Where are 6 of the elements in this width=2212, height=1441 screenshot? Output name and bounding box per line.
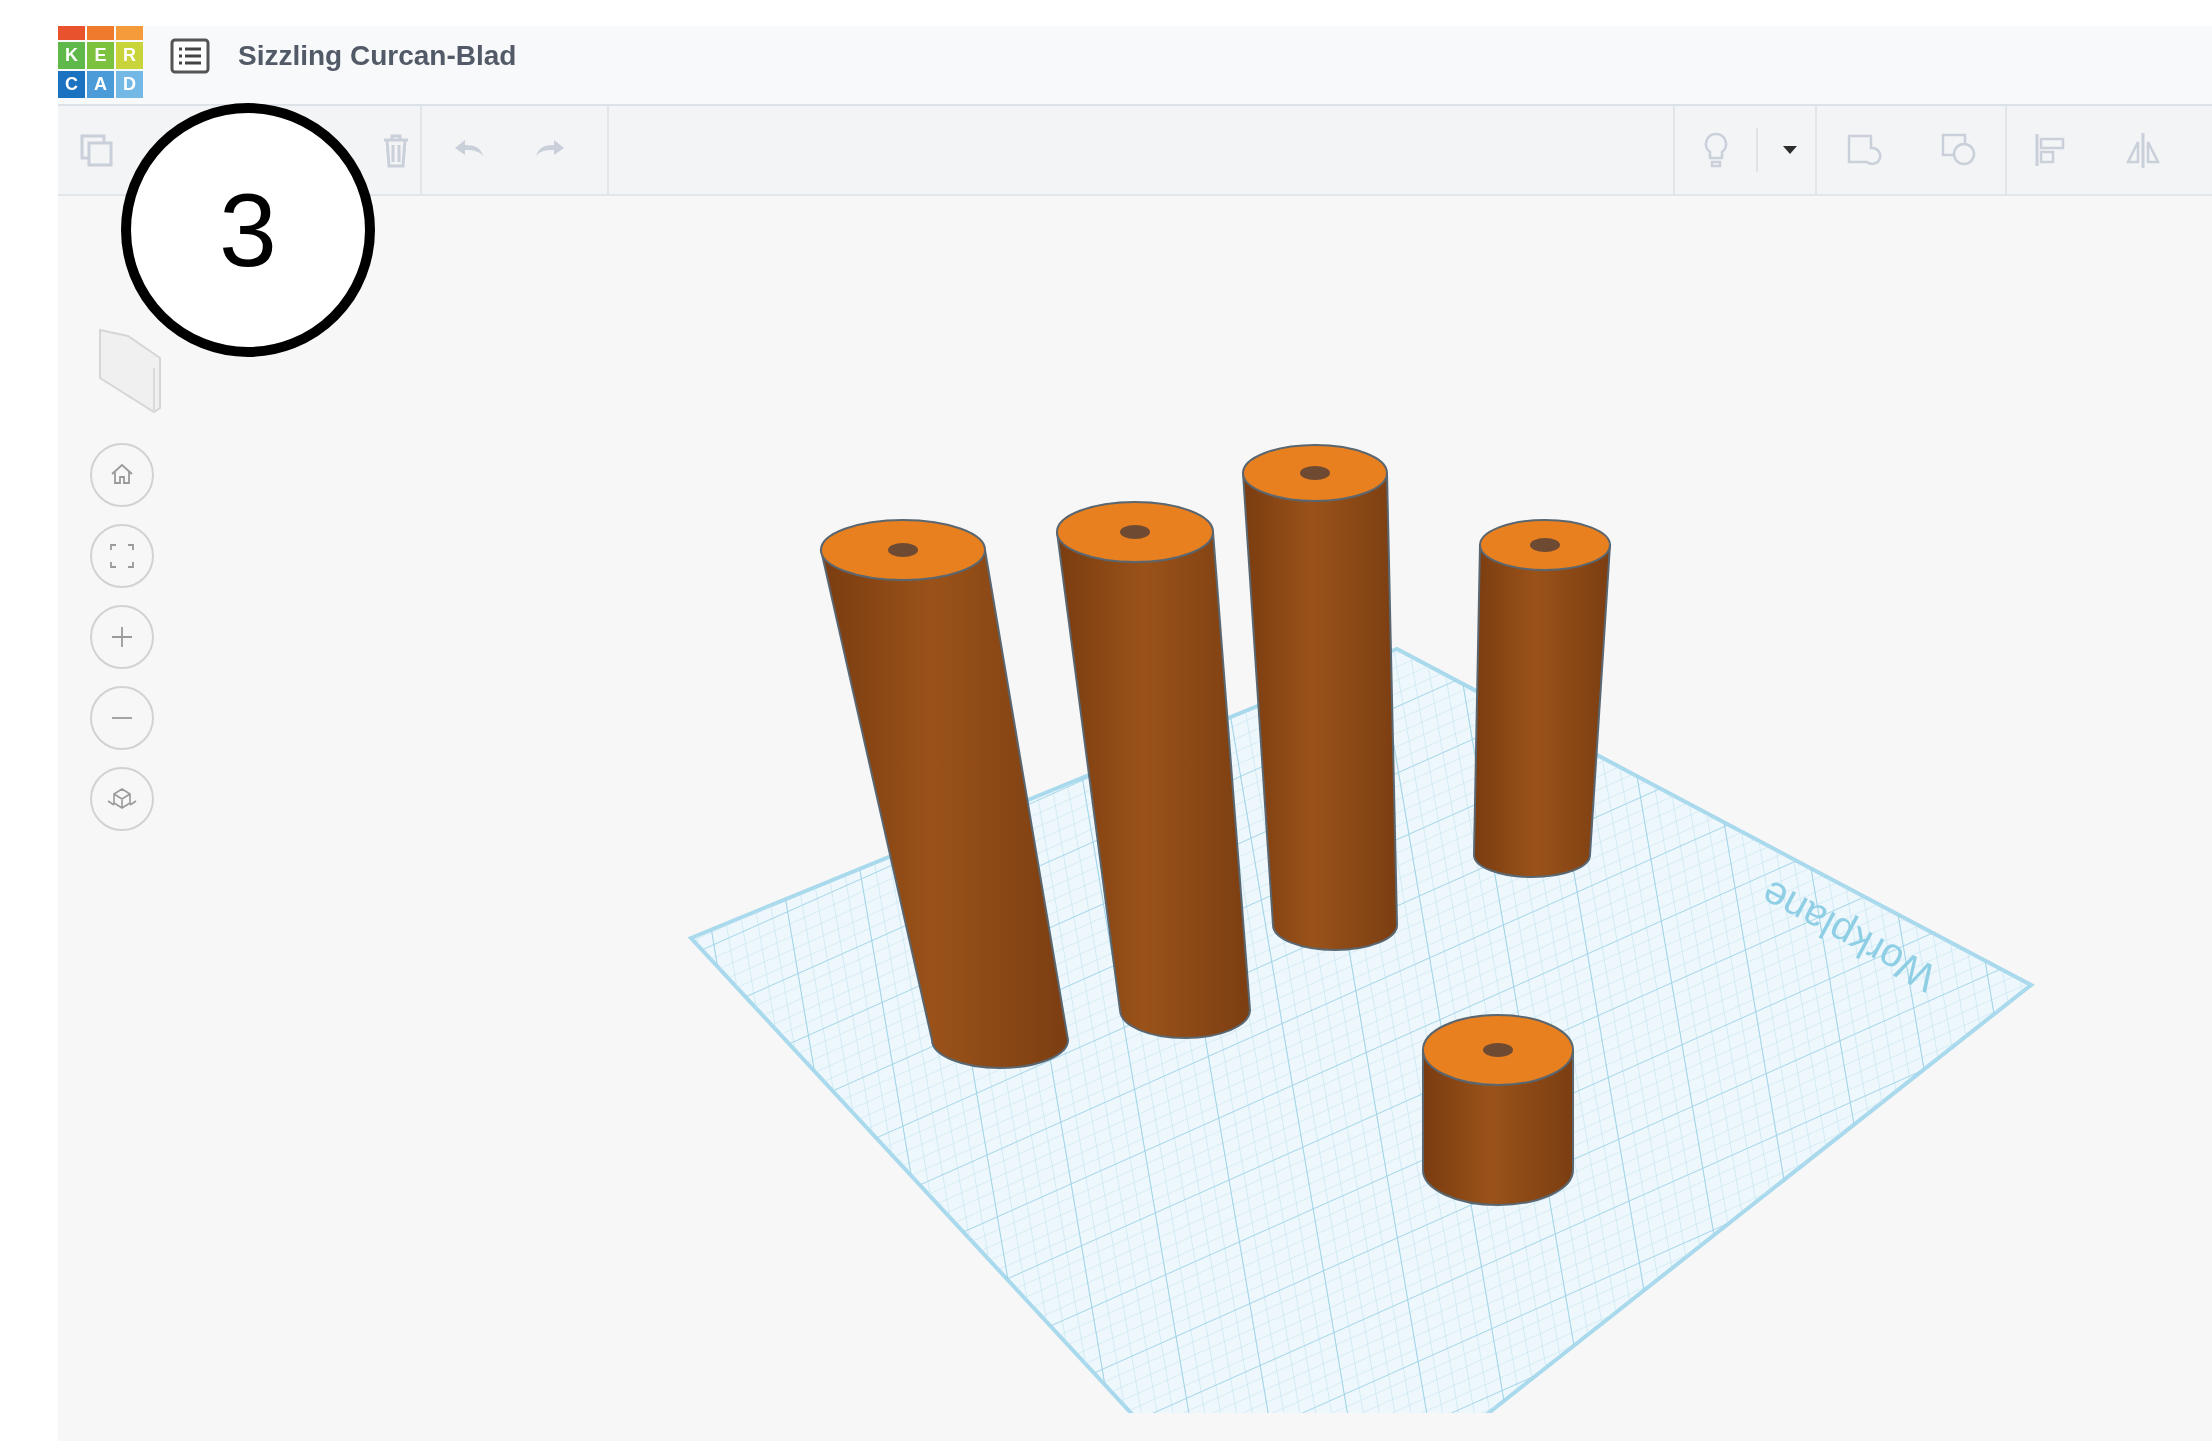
design-title[interactable]: Sizzling Curcan-Blad — [238, 40, 517, 72]
caret-icon — [1782, 145, 1798, 155]
mirror-icon — [2123, 130, 2163, 170]
menu-icon[interactable] — [168, 36, 212, 76]
zoom-out-icon — [111, 716, 133, 720]
view-cube[interactable] — [98, 328, 162, 414]
